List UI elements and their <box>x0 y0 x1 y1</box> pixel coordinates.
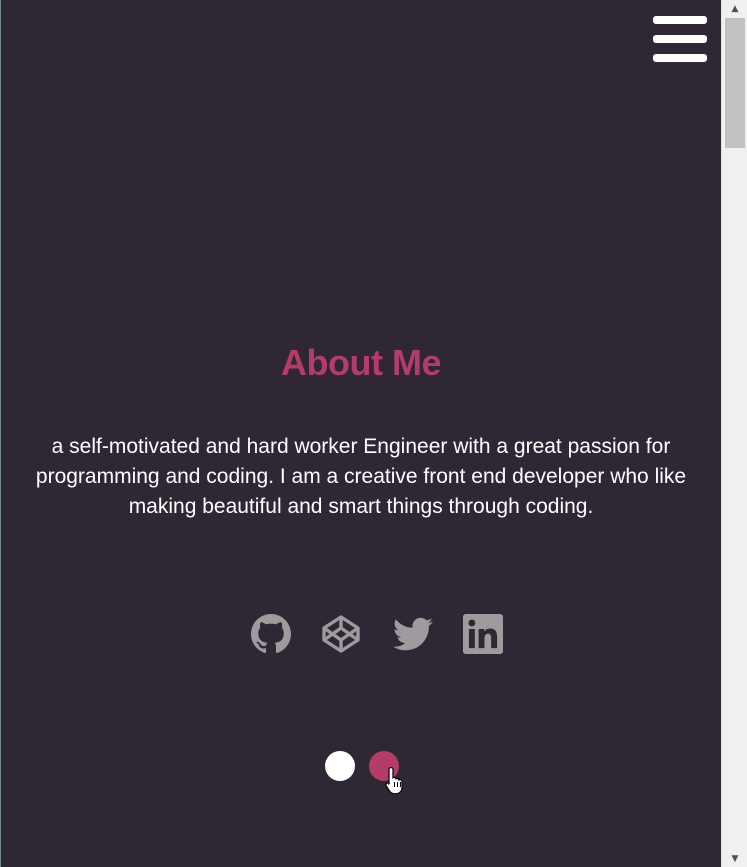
linkedin-link[interactable] <box>463 614 503 654</box>
page: About Me a self-motivated and hard worke… <box>0 0 747 867</box>
main-content: About Me a self-motivated and hard worke… <box>1 0 721 867</box>
section-title: About Me <box>281 342 441 383</box>
hamburger-bar <box>653 35 707 43</box>
social-links <box>1 614 721 656</box>
scroll-up-arrow-icon[interactable]: ▲ <box>722 0 747 17</box>
hamburger-bar <box>653 54 707 62</box>
vertical-scrollbar[interactable]: ▲ ▼ <box>721 0 747 867</box>
pointer-cursor-icon <box>385 766 403 794</box>
theme-light-toggle[interactable] <box>325 751 355 781</box>
codepen-link[interactable] <box>321 614 361 654</box>
github-icon <box>251 614 291 654</box>
linkedin-icon <box>463 614 503 654</box>
scroll-thumb[interactable] <box>725 18 745 148</box>
twitter-link[interactable] <box>393 614 433 654</box>
codepen-icon <box>322 615 360 653</box>
twitter-icon <box>393 617 433 651</box>
hamburger-menu-icon[interactable] <box>653 16 707 62</box>
about-description: a self-motivated and hard worker Enginee… <box>35 435 687 518</box>
scroll-down-arrow-icon[interactable]: ▼ <box>722 850 747 867</box>
hamburger-bar <box>653 16 707 24</box>
github-link[interactable] <box>251 614 291 654</box>
